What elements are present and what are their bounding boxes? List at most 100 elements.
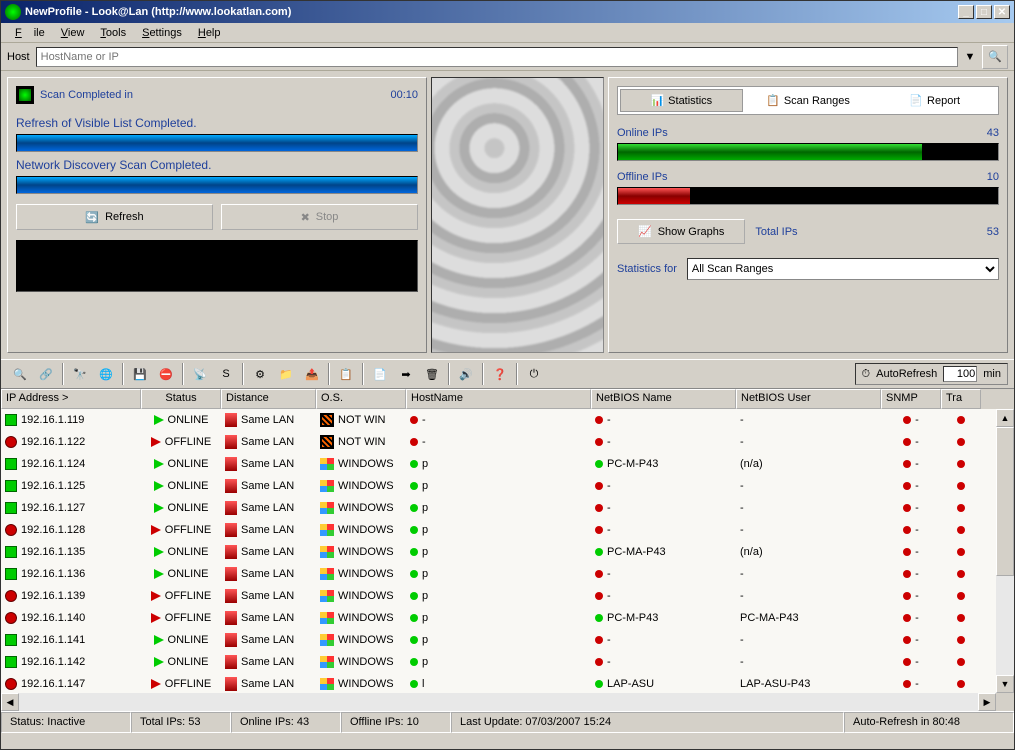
os-icon — [320, 413, 334, 427]
host-dropdown-icon[interactable]: ▼ — [964, 51, 976, 63]
search-button[interactable]: 🔍 — [982, 45, 1008, 69]
tool-binoculars-icon[interactable]: 🔭 — [67, 362, 93, 386]
horizontal-scrollbar[interactable]: ◀ ▶ — [1, 693, 996, 711]
status-arrow-icon — [151, 679, 161, 689]
tool-trap-icon[interactable]: ⚙ — [247, 362, 273, 386]
cell-ip: 192.16.1.122 — [21, 436, 85, 448]
tool-help-icon[interactable]: ❓ — [487, 362, 513, 386]
stop-button[interactable]: ✖Stop — [221, 204, 418, 230]
cell-distance: Same LAN — [241, 502, 294, 514]
menu-file[interactable]: File — [9, 25, 51, 41]
os-icon — [320, 502, 334, 514]
tool-globe-icon[interactable]: 🌐 — [93, 362, 119, 386]
magnifier-icon: 🔍 — [988, 50, 1002, 63]
tool-power-icon[interactable]: ⏻ — [521, 362, 547, 386]
stats-icon: 📊 — [650, 94, 664, 107]
col-distance[interactable]: Distance — [221, 389, 316, 409]
scroll-up-icon[interactable]: ▲ — [996, 409, 1014, 427]
tool-export-icon[interactable]: 📤 — [299, 362, 325, 386]
tool-copy-icon[interactable]: 📋 — [333, 362, 359, 386]
tool-save-icon[interactable]: 💾 — [127, 362, 153, 386]
scroll-down-icon[interactable]: ▼ — [996, 675, 1014, 693]
status-arrow-icon — [154, 503, 164, 513]
cell-snmp: - — [915, 634, 919, 646]
tab-report[interactable]: 📄Report — [873, 89, 996, 112]
online-bar — [617, 143, 999, 161]
maximize-button[interactable]: □ — [976, 5, 992, 19]
tool-network-icon[interactable]: 🔗 — [33, 362, 59, 386]
tab-scan-ranges[interactable]: 📋Scan Ranges — [747, 89, 870, 112]
table-row[interactable]: 192.16.1.119ONLINESame LANNOT WIN---- — [1, 409, 996, 431]
table-row[interactable]: 192.16.1.128OFFLINESame LANWINDOWSp--- — [1, 519, 996, 541]
total-label: Total IPs — [755, 226, 797, 238]
menubar: File View Tools Settings Help — [1, 23, 1014, 43]
col-status[interactable]: Status — [141, 389, 221, 409]
cell-os: WINDOWS — [338, 568, 394, 580]
table-row[interactable]: 192.16.1.136ONLINESame LANWINDOWSp--- — [1, 563, 996, 585]
status-arrow-icon — [151, 613, 161, 623]
table-row[interactable]: 192.16.1.135ONLINESame LANWINDOWSpPC-MA-… — [1, 541, 996, 563]
tool-zoom-icon[interactable]: 🔍 — [7, 362, 33, 386]
tool-scan-icon[interactable]: 📡 — [187, 362, 213, 386]
os-icon — [320, 435, 334, 449]
tool-delete-icon[interactable]: ⛔ — [153, 362, 179, 386]
menu-settings[interactable]: Settings — [136, 25, 188, 41]
col-hostname[interactable]: HostName — [406, 389, 591, 409]
tool-send-icon[interactable]: ➡ — [393, 362, 419, 386]
table-row[interactable]: 192.16.1.122OFFLINESame LANNOT WIN---- — [1, 431, 996, 453]
cell-hostname: p — [422, 568, 428, 580]
tab-statistics[interactable]: 📊Statistics — [620, 89, 743, 112]
host-input[interactable] — [36, 47, 958, 67]
snmp-dot-icon — [903, 658, 911, 666]
col-trap[interactable]: Tra — [941, 389, 981, 409]
stats-for-select[interactable]: All Scan Ranges — [687, 258, 999, 280]
col-netbios-name[interactable]: NetBIOS Name — [591, 389, 736, 409]
cell-netbios-name: - — [607, 414, 611, 426]
menu-tools[interactable]: Tools — [94, 25, 132, 41]
menu-view[interactable]: View — [55, 25, 91, 41]
tool-trash-icon[interactable]: 🗑 — [419, 362, 445, 386]
tool-s-icon[interactable]: S — [213, 362, 239, 386]
menu-help[interactable]: Help — [192, 25, 227, 41]
cell-distance: Same LAN — [241, 458, 294, 470]
cell-snmp: - — [915, 480, 919, 492]
table-row[interactable]: 192.16.1.142ONLINESame LANWINDOWSp--- — [1, 651, 996, 673]
col-snmp[interactable]: SNMP — [881, 389, 941, 409]
hostname-dot-icon — [410, 680, 418, 688]
cell-netbios-user: - — [740, 436, 744, 448]
table-row[interactable]: 192.16.1.124ONLINESame LANWINDOWSpPC-M-P… — [1, 453, 996, 475]
scan-line1: Refresh of Visible List Completed. — [16, 116, 418, 130]
col-ip[interactable]: IP Address > — [1, 389, 141, 409]
netbios-dot-icon — [595, 482, 603, 490]
snmp-dot-icon — [903, 548, 911, 556]
close-button[interactable]: ✕ — [994, 5, 1010, 19]
table-row[interactable]: 192.16.1.125ONLINESame LANWINDOWSp--- — [1, 475, 996, 497]
refresh-button[interactable]: 🔄Refresh — [16, 204, 213, 230]
tool-page-icon[interactable]: 📄 — [367, 362, 393, 386]
show-graphs-button[interactable]: 📈Show Graphs — [617, 219, 745, 244]
table-row[interactable]: 192.16.1.147OFFLINESame LANWINDOWSlLAP-A… — [1, 673, 996, 693]
autorefresh-input[interactable] — [943, 366, 977, 382]
progress-bar-1 — [16, 134, 418, 152]
hostname-dot-icon — [410, 526, 418, 534]
table-row[interactable]: 192.16.1.139OFFLINESame LANWINDOWSp--- — [1, 585, 996, 607]
table-row[interactable]: 192.16.1.141ONLINESame LANWINDOWSp--- — [1, 629, 996, 651]
cell-os: WINDOWS — [338, 634, 394, 646]
scroll-right-icon[interactable]: ▶ — [978, 693, 996, 711]
snmp-dot-icon — [903, 592, 911, 600]
offline-bar — [617, 187, 999, 205]
cell-netbios-user: - — [740, 480, 744, 492]
tool-sound-icon[interactable]: 🔊 — [453, 362, 479, 386]
tool-folder-icon[interactable]: 📁 — [273, 362, 299, 386]
status-square-icon — [5, 568, 17, 580]
vertical-scrollbar[interactable]: ▲ ▼ — [996, 409, 1014, 693]
table-row[interactable]: 192.16.1.127ONLINESame LANWINDOWSp--- — [1, 497, 996, 519]
cell-ip: 192.16.1.136 — [21, 568, 85, 580]
minimize-button[interactable]: _ — [958, 5, 974, 19]
col-os[interactable]: O.S. — [316, 389, 406, 409]
table-row[interactable]: 192.16.1.140OFFLINESame LANWINDOWSpPC-M-… — [1, 607, 996, 629]
scroll-left-icon[interactable]: ◀ — [1, 693, 19, 711]
cell-netbios-user: - — [740, 414, 744, 426]
col-netbios-user[interactable]: NetBIOS User — [736, 389, 881, 409]
cell-netbios-user: (n/a) — [740, 458, 763, 470]
